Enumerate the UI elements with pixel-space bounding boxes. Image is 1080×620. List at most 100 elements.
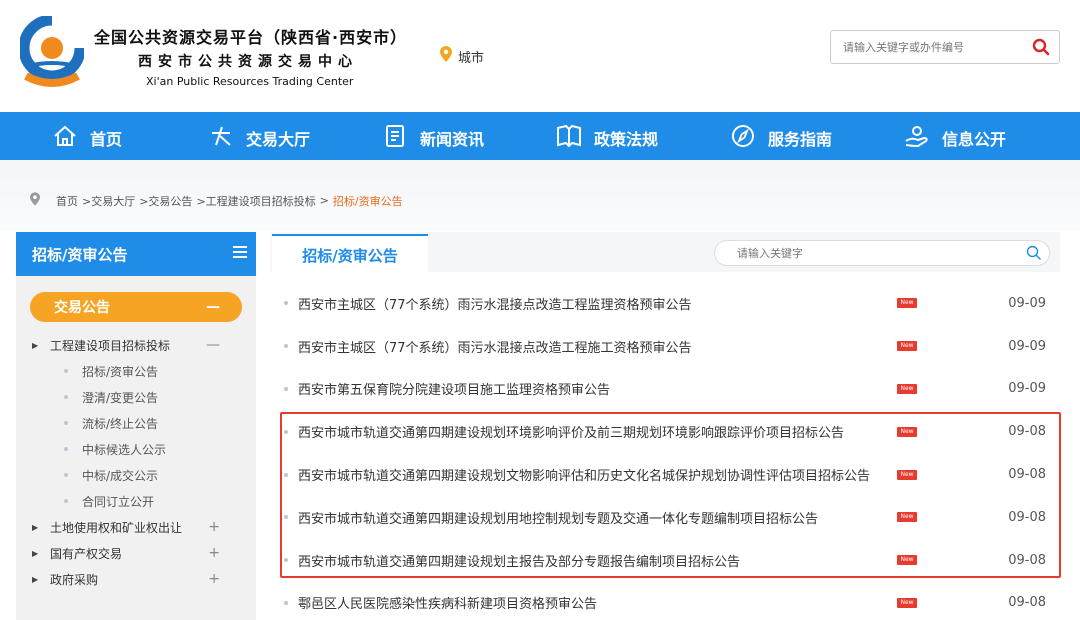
site-title-line1: 全国公共资源交易平台（陕西省·西安市） bbox=[94, 28, 408, 47]
sidebar-item-engineering-bidding[interactable]: ▶ 工程建设项目招标投标 — bbox=[16, 332, 256, 358]
notice-date: 09-08 bbox=[1008, 467, 1046, 483]
compass-icon bbox=[730, 124, 756, 152]
notice-title[interactable]: 西安市城市轨道交通第四期建设规划用地控制规划专题及交通一体化专题编制项目招标公告 bbox=[298, 508, 896, 527]
breadcrumb-trading-hall[interactable]: >交易大厅 bbox=[82, 193, 135, 209]
tab-tender-notice[interactable]: 招标/资审公告 bbox=[272, 234, 428, 274]
new-badge: New bbox=[897, 469, 917, 480]
notice-title[interactable]: 鄠邑区人民医院感染性疾病科新建项目资格预审公告 bbox=[298, 593, 896, 612]
expand-icon[interactable]: + bbox=[208, 571, 220, 587]
notice-list: 西安市主城区（77个系统）雨污水混接点改造工程监理资格预审公告 New 09-09 … bbox=[280, 282, 1060, 620]
bullet-icon bbox=[64, 369, 68, 373]
new-badge: New bbox=[897, 426, 917, 437]
nav-label: 交易大厅 bbox=[246, 130, 311, 149]
bullet-icon bbox=[64, 499, 68, 503]
site-title-line2: 西安市公共资源交易中心 bbox=[138, 54, 358, 70]
menu-icon[interactable] bbox=[232, 245, 248, 263]
list-item[interactable]: 西安市城市轨道交通第四期建设规划用地控制规划专题及交通一体化专题编制项目招标公告… bbox=[280, 496, 1060, 539]
caret-right-icon: ▶ bbox=[32, 574, 39, 584]
breadcrumb-current: 招标/资审公告 bbox=[332, 194, 403, 208]
breadcrumb-trading-notice[interactable]: >交易公告 bbox=[139, 193, 192, 209]
sidebar-heading-label: 招标/资审公告 bbox=[32, 245, 128, 264]
nav-item-policy[interactable]: 政策法规 bbox=[556, 124, 658, 152]
nav-label: 信息公开 bbox=[942, 130, 1007, 149]
bullet-icon bbox=[284, 386, 288, 391]
sidebar-subitem-candidate[interactable]: 中标候选人公示 bbox=[16, 436, 256, 462]
site-header: 全国公共资源交易平台（陕西省·西安市） 西安市公共资源交易中心 Xi'an Pu… bbox=[0, 0, 1080, 112]
location-pin-icon bbox=[30, 192, 40, 209]
notice-title[interactable]: 西安市第五保育院分院建设项目施工监理资格预审公告 bbox=[298, 379, 896, 398]
collapse-icon[interactable]: — bbox=[206, 337, 220, 353]
notice-date: 09-08 bbox=[1008, 595, 1046, 611]
notice-date: 09-09 bbox=[1008, 381, 1046, 397]
sidebar-subitem-label: 招标/资审公告 bbox=[82, 364, 159, 379]
list-item[interactable]: 西安市城市轨道交通第四期建设规划主报告及部分专题报告编制项目招标公告 New 09-… bbox=[280, 539, 1060, 582]
new-badge: New bbox=[897, 383, 917, 394]
notice-title[interactable]: 西安市主城区（77个系统）雨污水混接点改造工程监理资格预审公告 bbox=[298, 294, 896, 313]
section-pill-label: 交易公告 bbox=[54, 300, 110, 316]
sidebar-subitem-award[interactable]: 中标/成交公示 bbox=[16, 462, 256, 488]
nav-label: 新闻资讯 bbox=[420, 130, 485, 149]
book-icon bbox=[556, 124, 582, 152]
list-item[interactable]: 西安市城市轨道交通第四期建设规划环境影响评价及前三期规划环境影响跟踪评价项目招标… bbox=[280, 410, 1060, 453]
sidebar-subitem-termination[interactable]: 流标/终止公告 bbox=[16, 410, 256, 436]
notice-title[interactable]: 西安市城市轨道交通第四期建设规划主报告及部分专题报告编制项目招标公告 bbox=[298, 551, 896, 570]
site-logo[interactable] bbox=[18, 14, 86, 94]
bullet-icon bbox=[284, 515, 288, 520]
sidebar-item-label: 工程建设项目招标投标 bbox=[50, 338, 171, 353]
nav-item-home[interactable]: 首页 bbox=[52, 124, 122, 152]
sidebar-subitem-label: 中标/成交公示 bbox=[82, 468, 159, 483]
list-search-box[interactable]: 请输入关键字 bbox=[714, 240, 1050, 266]
notice-title[interactable]: 西安市主城区（77个系统）雨污水混接点改造工程施工资格预审公告 bbox=[298, 337, 896, 356]
search-icon[interactable] bbox=[1019, 245, 1049, 261]
bullet-icon bbox=[284, 472, 288, 477]
sidebar-subitem-clarification[interactable]: 澄清/变更公告 bbox=[16, 384, 256, 410]
sidebar-subitem-label: 中标候选人公示 bbox=[82, 442, 167, 457]
city-selector[interactable]: 城市 bbox=[440, 46, 484, 66]
breadcrumb-separator: > bbox=[319, 194, 329, 207]
list-item[interactable]: 西安市第五保育院分院建设项目施工监理资格预审公告 New 09-09 bbox=[280, 368, 1060, 411]
sidebar-heading: 招标/资审公告 bbox=[16, 232, 256, 276]
sidebar-section-trading-notice[interactable]: 交易公告 — bbox=[30, 292, 242, 322]
top-search-input[interactable]: 请输入关键字或办件编号 bbox=[831, 39, 1023, 55]
sidebar-item-state-property[interactable]: ▶ 国有产权交易 + bbox=[16, 540, 256, 566]
nav-label: 首页 bbox=[90, 130, 123, 149]
caret-right-icon: ▶ bbox=[32, 340, 39, 350]
notice-date: 09-08 bbox=[1008, 424, 1046, 440]
sidebar-subitem-tender-notice[interactable]: 招标/资审公告 bbox=[16, 358, 256, 384]
list-item[interactable]: 西安市主城区（77个系统）雨污水混接点改造工程施工资格预审公告 New 09-09 bbox=[280, 325, 1060, 368]
notice-date: 09-09 bbox=[1008, 338, 1046, 354]
site-title: 全国公共资源交易平台（陕西省·西安市） 西安市公共资源交易中心 Xi'an Pu… bbox=[94, 24, 407, 88]
sidebar-item-label: 土地使用权和矿业权出让 bbox=[50, 520, 183, 535]
expand-icon[interactable]: + bbox=[208, 545, 220, 561]
tab-label: 招标/资审公告 bbox=[302, 246, 398, 265]
nav-item-info-disclosure[interactable]: 信息公开 bbox=[904, 124, 1006, 152]
expand-icon[interactable]: + bbox=[208, 519, 220, 535]
new-badge: New bbox=[897, 555, 917, 566]
nav-item-service-guide[interactable]: 服务指南 bbox=[730, 124, 832, 152]
sidebar: 招标/资审公告 交易公告 — ▶ 工程建设项目招标投标 — 招标/资审公告 澄清… bbox=[16, 232, 256, 620]
sidebar-item-land-mining[interactable]: ▶ 土地使用权和矿业权出让 + bbox=[16, 514, 256, 540]
breadcrumb-engineering-bidding[interactable]: >工程建设项目招标投标 bbox=[196, 193, 315, 209]
sidebar-item-label: 政府采购 bbox=[50, 572, 99, 587]
nav-label: 服务指南 bbox=[768, 130, 833, 149]
sidebar-subitem-contract[interactable]: 合同订立公开 bbox=[16, 488, 256, 514]
new-badge: New bbox=[897, 341, 917, 352]
nav-item-trading-hall[interactable]: 交易大厅 bbox=[208, 124, 310, 152]
breadcrumb-home[interactable]: 首页 bbox=[56, 193, 78, 209]
bullet-icon bbox=[64, 395, 68, 399]
collapse-icon[interactable]: — bbox=[206, 299, 220, 315]
notice-title[interactable]: 西安市城市轨道交通第四期建设规划文物影响评估和历史文化名城保护规划协调性评估项目… bbox=[298, 465, 896, 484]
list-item[interactable]: 西安市主城区（77个系统）雨污水混接点改造工程监理资格预审公告 New 09-09 bbox=[280, 282, 1060, 325]
nav-item-news[interactable]: 新闻资讯 bbox=[382, 124, 484, 152]
notice-title[interactable]: 西安市城市轨道交通第四期建设规划环境影响评价及前三期规划环境影响跟踪评价项目招标… bbox=[298, 422, 896, 441]
bullet-icon bbox=[284, 600, 288, 605]
sidebar-subitem-label: 澄清/变更公告 bbox=[82, 390, 159, 405]
city-label: 城市 bbox=[458, 50, 485, 66]
list-item[interactable]: 鄠邑区人民医院感染性疾病科新建项目资格预审公告 New 09-08 bbox=[280, 582, 1060, 620]
top-search-box[interactable]: 请输入关键字或办件编号 bbox=[830, 30, 1060, 64]
sidebar-item-label: 国有产权交易 bbox=[50, 546, 123, 561]
sidebar-item-gov-procurement[interactable]: ▶ 政府采购 + bbox=[16, 566, 256, 592]
list-item[interactable]: 西安市城市轨道交通第四期建设规划文物影响评估和历史文化名城保护规划协调性评估项目… bbox=[280, 453, 1060, 496]
search-icon[interactable] bbox=[1023, 31, 1059, 63]
list-search-input[interactable]: 请输入关键字 bbox=[715, 245, 1019, 261]
